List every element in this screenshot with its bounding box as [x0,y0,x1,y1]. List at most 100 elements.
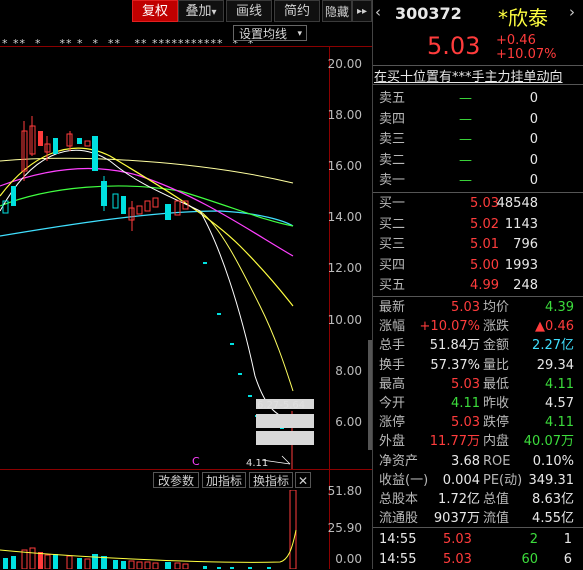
stat-value: 1.72亿 [438,492,480,507]
bid-row[interactable]: 买四 5.00 1993 [373,256,583,276]
volume-bars [3,490,297,569]
level-volume: 0 [529,91,538,106]
tick-price: 5.03 [443,552,472,567]
level-label: 卖四 [379,111,406,127]
stat-value: 11.77万 [429,434,480,450]
volume-divider [0,469,372,470]
bid-row[interactable]: 买一 5.03 48548 [373,194,583,214]
stock-code: 300372 [395,4,462,23]
stat-row: 总股本 1.72亿 总值 8.63亿 [373,490,583,510]
add-indicator-button[interactable]: 加指标 [202,472,246,488]
stat-value: 57.37% [430,357,480,373]
level-price: — [459,111,472,127]
y-label-10: 10.00 [327,313,362,327]
tick-count: 6 [563,552,572,567]
tick-time: 14:55 [379,532,417,547]
stat-label: 昨收 [483,396,510,411]
stat-label: 总股本 [379,492,419,507]
draw-line-button[interactable]: 画线 [226,0,272,22]
level-label: 买五 [379,278,406,293]
stat-label: 涨停 [379,415,406,431]
hide-button[interactable]: 隐藏 [322,0,352,22]
overlay-button[interactable]: 叠加▾ [178,0,224,22]
stat-value: 349.31 [528,472,575,488]
stat-label: 总值 [483,492,510,507]
stat-label: 收益(一) [379,472,429,488]
level-price: — [459,152,472,168]
stat-label: 净资产 [379,453,419,469]
bid-row[interactable]: 买三 5.01 796 [373,235,583,255]
more-icon[interactable]: ▸▸ [352,0,372,22]
stat-label: 涨跌 [483,319,510,335]
volume-label-zero: 0.00 [335,552,362,566]
stat-label: PE(动) [483,472,523,488]
c-marker: C [192,455,200,468]
overlay-label: 叠加 [185,4,212,19]
next-stock-icon[interactable]: › [569,3,575,21]
level-volume: 1993 [504,257,538,273]
y-label-6: 6.00 [335,415,362,429]
close-icon[interactable]: ✕ [295,472,311,488]
stat-row: 外盘 11.77万 内盘 40.07万 [373,432,583,452]
ma30-line [0,185,294,227]
level-label: 卖五 [379,91,406,106]
switch-indicator-button[interactable]: 换指标 [249,472,293,488]
stat-label: ROE [483,453,511,469]
tick-price: 5.03 [443,532,472,547]
level-volume: 0 [529,111,538,127]
ask-row[interactable]: 卖二 — 0 [373,151,583,171]
volume-chart-svg [0,490,297,569]
stat-label: 涨幅 [379,319,406,335]
tick-row: 14:55 5.03 60 6 [373,550,583,570]
stat-value: 4.57 [545,396,574,411]
stat-value: 3.68 [451,453,480,469]
bid-row[interactable]: 买五 4.99 248 [373,276,583,296]
stat-row: 涨幅 +10.07% 涨跌 ▲0.46 [373,317,583,337]
ask-row[interactable]: 卖一 — 0 [373,171,583,191]
ask-row[interactable]: 卖三 — 0 [373,130,583,150]
y-label-8: 8.00 [335,364,362,378]
simple-mode-button[interactable]: 简约 [274,0,320,22]
stat-row: 涨停 5.03 跌停 4.11 [373,413,583,433]
stat-value: 40.07万 [523,434,574,450]
level-price: — [459,173,472,188]
level-volume: 48548 [496,196,538,211]
kline-chart-area[interactable]: 复权 叠加▾ 画线 简约 隐藏 ▸▸ * ** * ** * * ** ** *… [0,0,372,569]
stat-value: 4.11 [545,376,574,392]
prev-stock-icon[interactable]: ‹ [375,3,381,21]
level-price: — [459,91,472,106]
quote-panel: ‹ 300372 *欣泰 › 5.03 +0.46 +10.07% 在买十位置有… [372,0,583,569]
stat-value: 4.11 [451,396,480,411]
low-price-label: 4.11 [246,458,269,469]
y-label-12: 12.00 [327,261,362,275]
level-price: 5.00 [470,257,499,273]
tick-time: 14:55 [379,552,417,567]
ask-row[interactable]: 卖四 — 0 [373,110,583,130]
level-price: — [459,132,472,147]
level-volume: 796 [513,237,538,252]
stat-value: 5.03 [451,376,480,392]
restore-rights-button[interactable]: 复权 [132,0,178,22]
stat-row: 总手 51.84万 金额 2.27亿 [373,336,583,356]
stat-row: 最新 5.03 均价 4.39 [373,298,583,318]
ask-row[interactable]: 卖五 — 0 [373,89,583,109]
bid-row[interactable]: 买二 5.02 1143 [373,215,583,235]
stat-row: 最高 5.03 最低 4.11 [373,375,583,395]
level-volume: 0 [529,132,538,147]
edit-params-button[interactable]: 改参数 [153,472,199,488]
stat-label: 金额 [483,338,510,354]
ma5-short-line [199,210,294,392]
stat-value: ▲0.46 [535,319,574,335]
stat-value: 51.84万 [429,338,480,354]
y-label-20: 20.00 [327,57,362,71]
y-label-16: 16.00 [327,159,362,173]
main-order-notice-link[interactable]: 在买十位置有***手主力挂单动向 [374,66,580,85]
stat-value: 4.11 [545,415,574,431]
tick-volume: 2 [529,532,538,547]
volume-label-max: 51.80 [327,484,362,498]
y-label-18: 18.00 [327,108,362,122]
stat-label: 总手 [379,338,406,354]
y-label-14: 14.00 [327,210,362,224]
stat-value: 2.27亿 [532,338,574,354]
ma-settings-dropdown[interactable]: 设置均线 ▾ [233,25,307,41]
